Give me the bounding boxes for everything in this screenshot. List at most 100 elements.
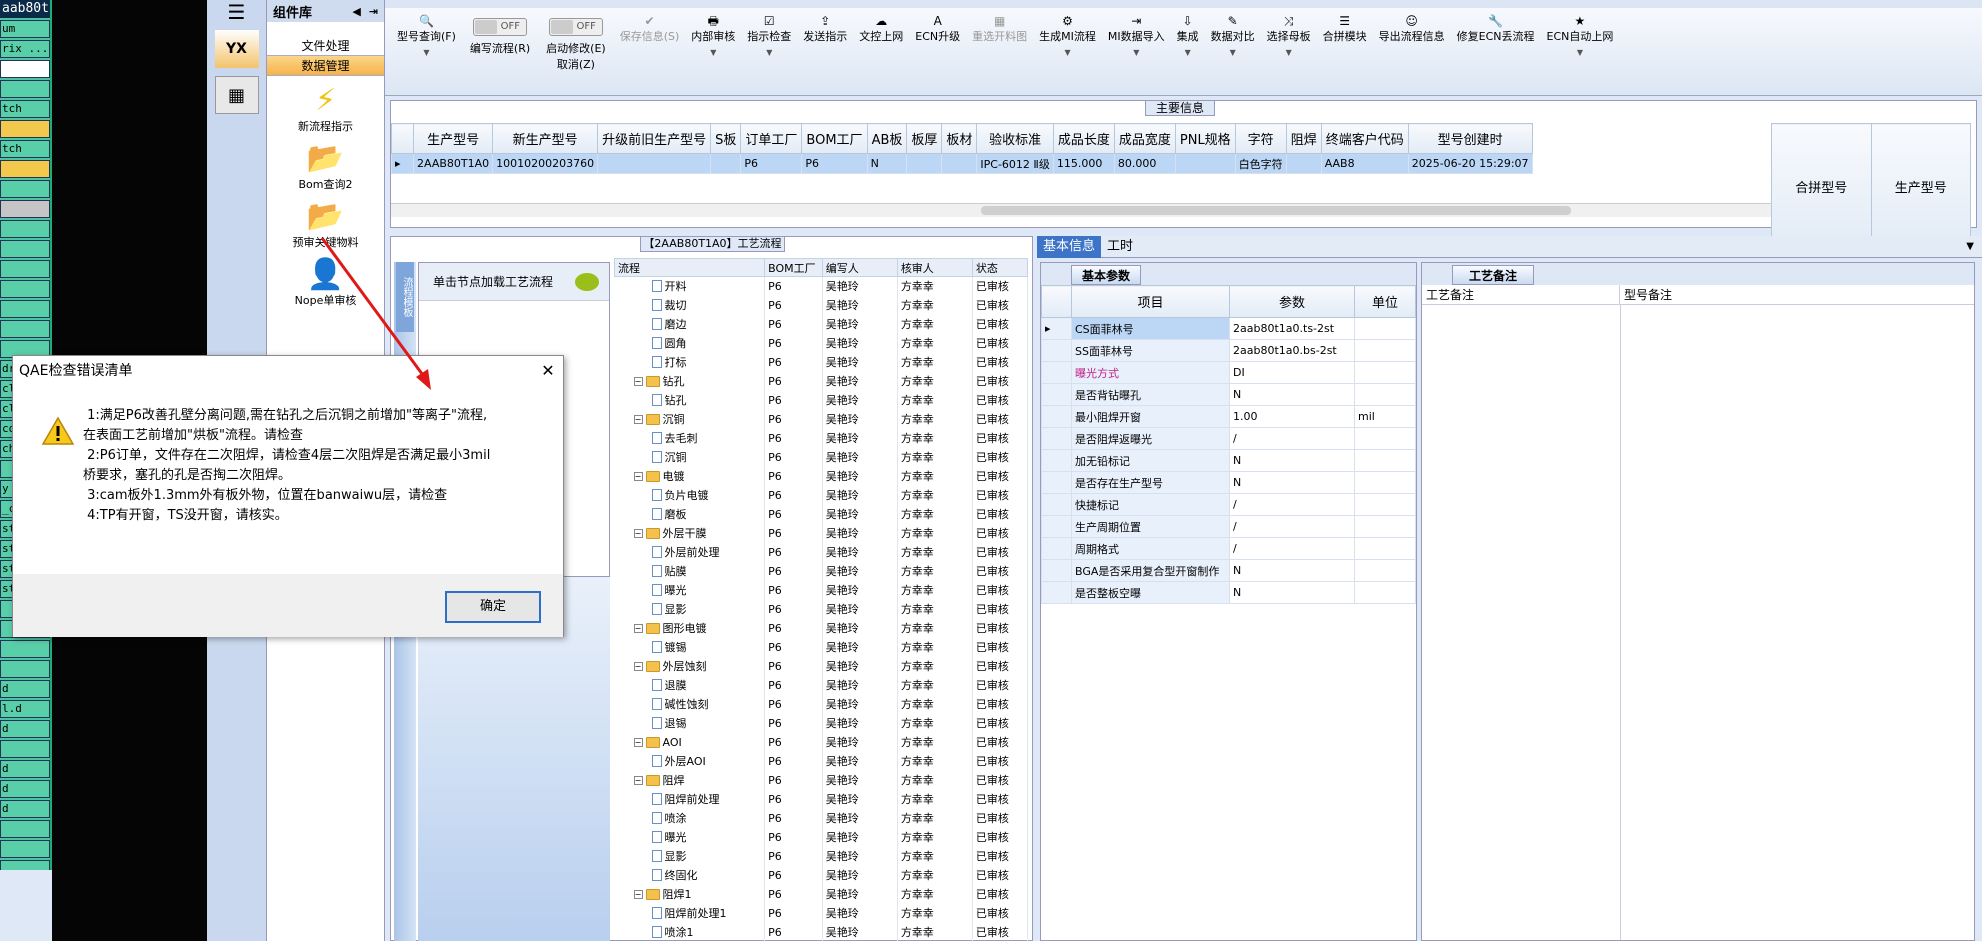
collapse-icon[interactable]: −: [633, 775, 643, 785]
tree-row[interactable]: 外层AOI P6 吴艳玲 方幸幸 已审核: [614, 751, 1028, 771]
chevron-down-icon[interactable]: ▼: [1133, 48, 1139, 57]
left-strip-row[interactable]: [0, 120, 50, 138]
tree-row[interactable]: 终固化 P6 吴艳玲 方幸幸 已审核: [614, 865, 1028, 885]
left-strip-row[interactable]: [0, 320, 50, 338]
toolbar-button[interactable]: ⇥ MI数据导入 ▼: [1102, 8, 1171, 95]
param-value[interactable]: /: [1229, 537, 1355, 560]
left-strip-row[interactable]: [0, 80, 50, 98]
toolbar-button[interactable]: ⚙ 生成MI流程 ▼: [1033, 8, 1102, 95]
param-row[interactable]: 是否整板空曝 N: [1041, 581, 1416, 604]
tree-row[interactable]: 碱性蚀刻 P6 吴艳玲 方幸幸 已审核: [614, 694, 1028, 714]
param-value[interactable]: /: [1229, 427, 1355, 450]
param-col-header[interactable]: 单位: [1354, 285, 1416, 318]
main-col-header[interactable]: 阻焊: [1285, 123, 1322, 154]
toolbar-button[interactable]: 🖶 内部审核 ▼: [685, 8, 741, 95]
library-item[interactable]: ⚡ 新流程指示: [267, 84, 384, 134]
tree-row[interactable]: 喷涂1 P6 吴艳玲 方幸幸 已审核: [614, 922, 1028, 941]
chevron-down-icon[interactable]: ▼: [1185, 48, 1191, 57]
left-strip-row[interactable]: d: [0, 760, 50, 778]
library-item[interactable]: 📂 预审关键物料: [267, 200, 384, 250]
library-tab-file[interactable]: 文件处理: [267, 36, 384, 56]
param-row[interactable]: 生产周期位置 /: [1041, 515, 1416, 538]
param-value[interactable]: /: [1229, 515, 1355, 538]
tree-row[interactable]: 曝光 P6 吴艳玲 方幸幸 已审核: [614, 827, 1028, 847]
left-strip-row[interactable]: [0, 860, 50, 870]
toggle-switch[interactable]: OFF: [548, 18, 603, 36]
tree-col-header[interactable]: 编写人: [821, 258, 898, 277]
comment-icon[interactable]: [575, 272, 599, 291]
param-row[interactable]: 是否背钻曝孔 N: [1041, 383, 1416, 406]
collapse-icon[interactable]: −: [633, 414, 643, 424]
left-strip-row[interactable]: [0, 820, 50, 838]
collapse-icon[interactable]: −: [633, 623, 643, 633]
tree-row[interactable]: 贴膜 P6 吴艳玲 方幸幸 已审核: [614, 561, 1028, 581]
tree-row[interactable]: − 阻焊1 P6 吴艳玲 方幸幸 已审核: [614, 884, 1028, 904]
main-col-header[interactable]: 板厚: [906, 123, 943, 154]
collapse-icon[interactable]: −: [633, 376, 643, 386]
chevron-down-icon[interactable]: ▼: [1064, 48, 1070, 57]
chevron-down-icon[interactable]: ▼: [1966, 241, 1982, 252]
process-node-header[interactable]: 单击节点加载工艺流程: [419, 263, 609, 301]
close-icon[interactable]: ✕: [533, 356, 563, 386]
param-row[interactable]: 最小阻焊开窗 1.00 mil: [1041, 405, 1416, 428]
toolbar-button[interactable]: ☰ 合拼模块: [1317, 8, 1373, 95]
left-strip-row[interactable]: [0, 200, 50, 218]
collapse-icon[interactable]: −: [633, 737, 643, 747]
tree-col-header[interactable]: 流程: [614, 258, 766, 277]
left-strip-row[interactable]: [0, 240, 50, 258]
tree-row[interactable]: 打标 P6 吴艳玲 方幸幸 已审核: [614, 352, 1028, 372]
tree-row[interactable]: 圆角 P6 吴艳玲 方幸幸 已审核: [614, 333, 1028, 353]
left-strip-row[interactable]: [0, 180, 50, 198]
main-col-header[interactable]: 新生产型号: [492, 123, 599, 154]
param-row[interactable]: 快捷标记 /: [1041, 493, 1416, 516]
main-col-header[interactable]: 成品宽度: [1113, 123, 1176, 154]
left-strip-row[interactable]: [0, 840, 50, 858]
main-col-header[interactable]: BOM工厂: [801, 123, 868, 154]
tree-row[interactable]: 外层前处理 P6 吴艳玲 方幸幸 已审核: [614, 542, 1028, 562]
param-value[interactable]: 2aab80t1a0.bs-2st: [1229, 339, 1355, 362]
tree-row[interactable]: 显影 P6 吴艳玲 方幸幸 已审核: [614, 599, 1028, 619]
left-strip-row[interactable]: d: [0, 680, 50, 698]
main-col-header[interactable]: 升级前旧生产型号: [597, 123, 712, 154]
toolbar-button[interactable]: ✔ 保存信息(S): [614, 8, 686, 95]
process-template-tab[interactable]: 流程模板: [396, 262, 414, 332]
param-value[interactable]: N: [1229, 559, 1355, 582]
toggle-switch[interactable]: OFF: [473, 18, 528, 36]
toolbar-button[interactable]: A ECN升级: [909, 8, 966, 95]
tab-basic-info[interactable]: 基本信息: [1037, 235, 1102, 258]
param-value[interactable]: N: [1229, 383, 1355, 406]
param-row[interactable]: 曝光方式 DI: [1041, 361, 1416, 384]
library-item[interactable]: 📂 Bom查询2: [267, 142, 384, 192]
main-col-header[interactable]: 生产型号: [412, 123, 494, 154]
left-strip-row[interactable]: [0, 660, 50, 678]
param-row[interactable]: 是否存在生产型号 N: [1041, 471, 1416, 494]
param-value[interactable]: DI: [1229, 361, 1355, 384]
tree-row[interactable]: 开料 P6 吴艳玲 方幸幸 已审核: [614, 276, 1028, 296]
left-strip-row[interactable]: [0, 740, 50, 758]
tree-row[interactable]: − 电镀 P6 吴艳玲 方幸幸 已审核: [614, 466, 1028, 486]
tree-row[interactable]: 喷涂 P6 吴艳玲 方幸幸 已审核: [614, 808, 1028, 828]
collapse-icon[interactable]: −: [633, 471, 643, 481]
left-strip-row[interactable]: d: [0, 800, 50, 818]
left-strip-row[interactable]: [0, 300, 50, 318]
tree-row[interactable]: − 外层蚀刻 P6 吴艳玲 方幸幸 已审核: [614, 656, 1028, 676]
pin-icon[interactable]: ⇥: [369, 5, 378, 18]
tree-row[interactable]: 磨板 P6 吴艳玲 方幸幸 已审核: [614, 504, 1028, 524]
tree-row[interactable]: 镀锡 P6 吴艳玲 方幸幸 已审核: [614, 637, 1028, 657]
tree-row[interactable]: 磨边 P6 吴艳玲 方幸幸 已审核: [614, 314, 1028, 334]
left-strip-row[interactable]: [0, 220, 50, 238]
tree-row[interactable]: − 图形电镀 P6 吴艳玲 方幸幸 已审核: [614, 618, 1028, 638]
param-col-header[interactable]: 项目: [1071, 285, 1230, 318]
left-strip-row[interactable]: [0, 260, 50, 278]
tree-row[interactable]: 退膜 P6 吴艳玲 方幸幸 已审核: [614, 675, 1028, 695]
tree-row[interactable]: 阻焊前处理 P6 吴艳玲 方幸幸 已审核: [614, 789, 1028, 809]
left-strip-row[interactable]: um: [0, 20, 50, 38]
left-strip-row[interactable]: [0, 160, 50, 178]
ok-button[interactable]: 确定: [445, 591, 541, 623]
tree-row[interactable]: 显影 P6 吴艳玲 方幸幸 已审核: [614, 846, 1028, 866]
left-strip-row[interactable]: d: [0, 780, 50, 798]
tree-row[interactable]: 负片电镀 P6 吴艳玲 方幸幸 已审核: [614, 485, 1028, 505]
chevron-down-icon[interactable]: ▼: [423, 48, 429, 57]
chevron-down-icon[interactable]: ▼: [1286, 48, 1292, 57]
chevron-down-icon[interactable]: ▼: [1230, 48, 1236, 57]
